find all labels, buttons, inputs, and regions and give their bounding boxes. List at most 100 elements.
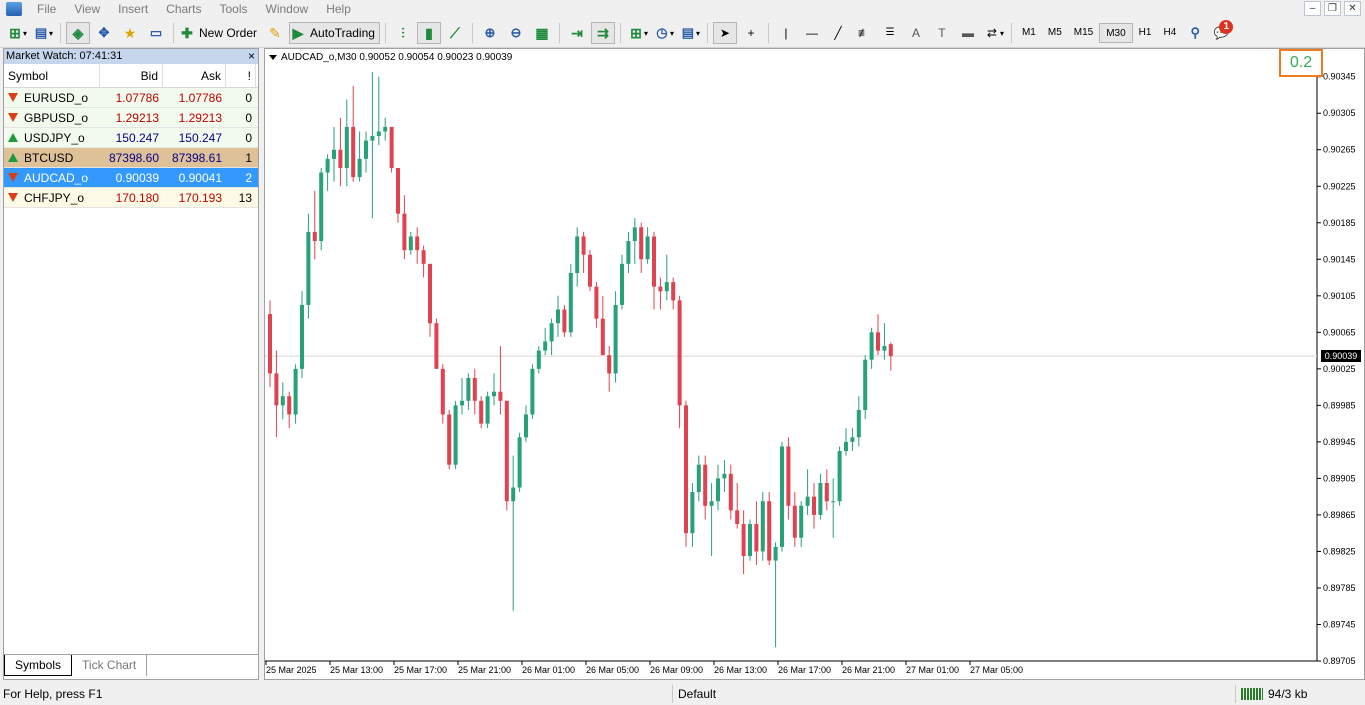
bar-chart-button[interactable]: ⫶ — [391, 22, 415, 44]
candlestick-button[interactable]: ▮ — [416, 22, 441, 44]
chart-shift-button[interactable]: ⇥ — [565, 22, 589, 44]
horizontal-line-button[interactable]: — — [800, 22, 824, 44]
zoom-in-button[interactable]: ⊕ — [478, 22, 502, 44]
menu-charts[interactable]: Charts — [157, 0, 210, 18]
price-tick-label: 0.90065 — [1323, 327, 1356, 337]
minimize-button[interactable]: – — [1304, 1, 1321, 16]
tile-windows-button[interactable]: ▦ — [530, 22, 554, 44]
header-bid[interactable]: Bid — [100, 63, 163, 88]
time-tick-label: 26 Mar 17:00 — [778, 665, 831, 675]
restore-button[interactable]: ❐ — [1324, 1, 1341, 16]
candlestick-chart[interactable]: 0.90345 0.90305 0.90265 0.90225 0.90185 0.901… — [265, 49, 1364, 679]
window-controls: – ❐ ✕ — [1304, 1, 1361, 16]
text-label-button[interactable]: T — [930, 22, 954, 44]
candle-body — [581, 236, 586, 255]
tab-symbols[interactable]: Symbols — [4, 655, 73, 676]
candle-body — [274, 373, 279, 406]
table-row[interactable]: CHFJPY_o 170.180 170.193 13 — [4, 188, 258, 208]
candle-body — [786, 446, 791, 506]
terminal-button[interactable]: ▭ — [144, 22, 168, 44]
new-chart-button[interactable]: ⊞ ▾ — [5, 22, 29, 44]
crosshair-button[interactable]: + — [739, 22, 763, 44]
candle-body — [741, 524, 746, 557]
crosshair-icon: + — [747, 26, 755, 40]
header-spread[interactable]: ! — [226, 63, 256, 88]
candle-body — [754, 524, 759, 552]
candle-body — [492, 391, 496, 397]
time-tick-label: 25 Mar 13:00 — [330, 665, 383, 675]
navigator-button[interactable]: ★ — [118, 22, 142, 44]
menu-window[interactable]: Window — [257, 0, 318, 18]
menu-tools[interactable]: Tools — [211, 0, 257, 18]
text-button[interactable]: A — [904, 22, 928, 44]
notifications-button[interactable]: 💬 1 — [1209, 20, 1234, 44]
candle-body — [575, 236, 580, 273]
table-row[interactable]: BTCUSD 87398.60 87398.61 1 — [4, 148, 258, 168]
price-tick-label: 0.90345 — [1323, 72, 1356, 82]
fibonacci-icon: ☰ — [885, 27, 895, 38]
candle-body — [812, 496, 816, 515]
candle-body — [703, 464, 708, 506]
price-tick-label: 0.89985 — [1323, 400, 1356, 410]
menu-file[interactable]: File — [28, 0, 65, 18]
candle-body — [421, 250, 426, 264]
search-button[interactable]: ⚲ — [1183, 22, 1207, 44]
market-watch-rows: EURUSD_o 1.07786 1.07786 0 GBPUSD_o 1.29213 1.… — [4, 88, 258, 208]
timeframe-m1[interactable]: M1 — [1016, 23, 1042, 43]
candle-body — [300, 304, 304, 369]
templates-button[interactable]: ▤ ▾ — [678, 22, 702, 44]
table-row[interactable]: GBPUSD_o 1.29213 1.29213 0 — [4, 108, 258, 128]
close-button[interactable]: ✕ — [1344, 1, 1361, 16]
market-watch-close-button[interactable]: × — [248, 49, 255, 64]
price-tick-label: 0.89785 — [1323, 583, 1356, 593]
menu-insert[interactable]: Insert — [109, 0, 157, 18]
candle-body — [735, 510, 740, 525]
timeframe-m5[interactable]: M5 — [1042, 23, 1068, 43]
timeframe-m30[interactable]: M30 — [1099, 23, 1133, 43]
fibonacci-button[interactable]: ☰ — [878, 22, 902, 44]
timeframe-m15[interactable]: M15 — [1068, 23, 1099, 43]
menu-view[interactable]: View — [65, 0, 109, 18]
channel-icon: ≢ — [857, 26, 870, 40]
header-ask[interactable]: Ask — [163, 63, 226, 88]
market-watch-panel: Market Watch: 07:41:31 × Symbol Bid Ask … — [3, 48, 259, 680]
indicators-button[interactable]: ⊞ ▾ — [626, 22, 650, 44]
autotrading-button[interactable]: ▶ AutoTrading — [289, 22, 380, 44]
toolbar-separator — [471, 23, 473, 43]
line-chart-button[interactable]: ⟋ — [443, 22, 467, 44]
candle-body — [850, 437, 855, 442]
symbol-name: EURUSD_o — [24, 90, 89, 105]
candle-body — [722, 473, 727, 479]
arrows-button[interactable]: ⇄ ▾ — [982, 22, 1006, 44]
chart-window[interactable]: 0.90345 0.90305 0.90265 0.90225 0.90185 0.901… — [264, 48, 1365, 680]
arrow-down-icon — [8, 113, 18, 122]
tab-tick-chart[interactable]: Tick Chart — [72, 655, 148, 676]
candle-body — [447, 414, 452, 465]
profiles-button[interactable]: ▤ ▾ — [31, 22, 55, 44]
vertical-line-button[interactable]: | — [774, 22, 798, 44]
candle-body — [600, 318, 605, 356]
cursor-button[interactable]: ➤ — [712, 22, 737, 44]
header-symbol[interactable]: Symbol — [4, 63, 100, 88]
timeframe-h1[interactable]: H1 — [1133, 23, 1158, 43]
zoom-out-icon: ⊖ — [510, 25, 522, 40]
candle-body — [415, 236, 420, 251]
auto-scroll-button[interactable]: ⇉ — [590, 22, 615, 44]
menu-help[interactable]: Help — [317, 0, 360, 18]
table-row[interactable]: USDJPY_o 150.247 150.247 0 — [4, 128, 258, 148]
periods-button[interactable]: ◷ ▾ — [652, 22, 676, 44]
trendline-button[interactable]: ╱ — [826, 22, 850, 44]
data-window-button[interactable]: ✥ — [92, 22, 116, 44]
current-price-label: 0.90039 — [1321, 350, 1361, 363]
channel-button[interactable]: ≢ — [852, 22, 876, 44]
market-watch-button[interactable]: ◈ — [66, 22, 90, 44]
table-row[interactable]: EURUSD_o 1.07786 1.07786 0 — [4, 88, 258, 108]
rectangle-button[interactable]: ▬ — [956, 22, 980, 44]
metaeditor-button[interactable]: ✎ — [263, 22, 287, 44]
new-order-button[interactable]: ✚ New Order — [179, 22, 261, 44]
candle-body — [652, 236, 656, 287]
bid-cell: 170.180 — [115, 190, 159, 205]
timeframe-h4[interactable]: H4 — [1157, 23, 1182, 43]
zoom-out-button[interactable]: ⊖ — [504, 22, 528, 44]
table-row[interactable]: AUDCAD_o 0.90039 0.90041 2 — [4, 168, 258, 188]
